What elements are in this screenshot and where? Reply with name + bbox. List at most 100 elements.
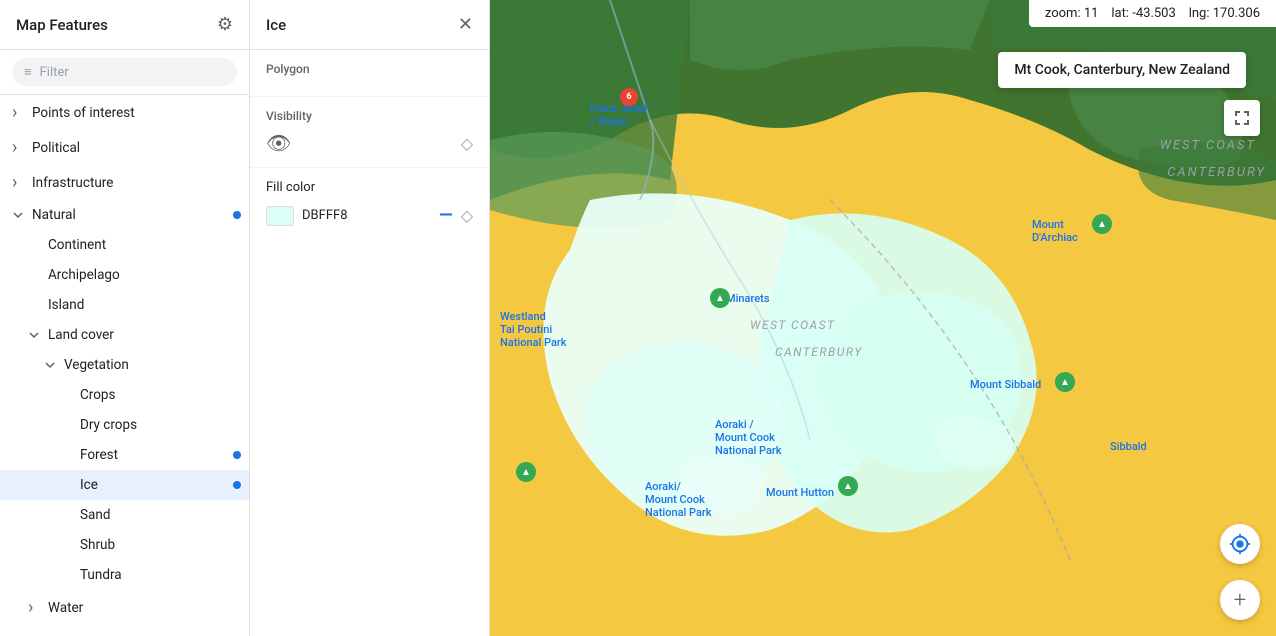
sidebar-item-label: Crops	[80, 387, 241, 403]
aoraki-label-2: Aoraki/Mount CookNational Park	[645, 480, 712, 519]
sidebar-item-label: Points of interest	[32, 105, 241, 121]
sidebar-item-continent[interactable]: Continent	[0, 230, 249, 260]
mount-sibbald-pin[interactable]: ▲	[1055, 372, 1075, 392]
canterbury-label-1: CANTERBURY	[1167, 165, 1266, 180]
sidebar-item-label: Dry crops	[80, 417, 241, 433]
detail-title: Ice	[266, 16, 286, 34]
active-dot	[233, 211, 241, 219]
fill-color-row: DBFFF8 — ◇	[266, 205, 473, 226]
locate-icon	[1229, 533, 1251, 555]
sidebar-item-label: Natural	[32, 207, 229, 223]
sidebar: Map Features ⚙ ≡ Filter ›Points of inter…	[0, 0, 250, 636]
zoom-label: zoom:	[1045, 6, 1081, 21]
arrow-icon: ›	[12, 137, 28, 158]
mount-darchiac-label: MountD'Archiac	[1032, 218, 1078, 244]
franz-josef-pin[interactable]: 6	[620, 88, 638, 106]
sidebar-item-label: Shrub	[80, 537, 241, 553]
map-area[interactable]: zoom: 11 lat: -43.503 lng: 170.306 Mt Co…	[490, 0, 1276, 636]
sidebar-item-dry-crops[interactable]: Dry crops	[0, 410, 249, 440]
sidebar-item-label: Island	[48, 297, 241, 313]
lat-label: lat:	[1111, 6, 1129, 21]
sidebar-item-archipelago[interactable]: Archipelago	[0, 260, 249, 290]
eye-icon[interactable]: 👁	[266, 131, 291, 155]
arrow-icon	[28, 329, 44, 341]
sidebar-item-shrub[interactable]: Shrub	[0, 530, 249, 560]
arrow-icon	[44, 359, 60, 371]
sidebar-item-label: Continent	[48, 237, 241, 253]
sidebar-item-land-cover[interactable]: Land cover	[0, 320, 249, 350]
lat-value: -43.503	[1132, 6, 1176, 21]
sidebar-item-label: Archipelago	[48, 267, 241, 283]
sidebar-item-vegetation[interactable]: Vegetation	[0, 350, 249, 380]
arrow-icon: ›	[12, 632, 28, 636]
sidebar-item-forest[interactable]: Forest	[0, 440, 249, 470]
sidebar-item-sand[interactable]: Sand	[0, 500, 249, 530]
detail-header: Ice ✕	[250, 0, 489, 50]
sidebar-tree: ›Points of interest›Political›Infrastruc…	[0, 95, 249, 636]
locate-button[interactable]	[1220, 524, 1260, 564]
canterbury-label-2: CANTERBURY	[775, 345, 863, 359]
fill-color-label: Fill color	[266, 180, 473, 195]
visibility-section: Visibility 👁 ◇	[250, 97, 489, 168]
minus-icon[interactable]: —	[439, 205, 453, 226]
visibility-row: 👁 ◇	[266, 131, 473, 155]
mount-sibbald-label: Mount Sibbald	[970, 378, 1041, 391]
expand-icon	[1232, 108, 1252, 128]
westland-poi-pin[interactable]: ▲	[516, 462, 536, 482]
sidebar-item-ice[interactable]: Ice	[0, 470, 249, 500]
mount-hutton-pin[interactable]: ▲	[838, 476, 858, 496]
active-dot	[233, 481, 241, 489]
sidebar-header: Map Features ⚙	[0, 0, 249, 50]
detail-panel: Ice ✕ Polygon Visibility 👁 ◇ Fill color …	[250, 0, 490, 636]
gear-icon[interactable]: ⚙	[217, 14, 233, 35]
color-hex: DBFFF8	[302, 208, 431, 223]
zoom-in-button[interactable]: +	[1220, 580, 1260, 620]
map-svg	[490, 0, 1276, 636]
mount-darchiac-pin[interactable]: ▲	[1092, 214, 1112, 234]
map-info-bar: zoom: 11 lat: -43.503 lng: 170.306	[1029, 0, 1276, 27]
sidebar-item-label: Infrastructure	[32, 175, 241, 191]
sidebar-item-political[interactable]: ›Political	[0, 130, 249, 165]
polygon-label: Polygon	[266, 62, 473, 76]
minarets-label: Minarets	[726, 292, 769, 305]
sidebar-item-tundra[interactable]: Tundra	[0, 560, 249, 590]
sidebar-item-background[interactable]: ›Background	[0, 625, 249, 636]
expand-map-button[interactable]	[1224, 100, 1260, 136]
filter-placeholder: Filter	[40, 65, 69, 80]
sidebar-title: Map Features	[16, 16, 108, 34]
sidebar-item-island[interactable]: Island	[0, 290, 249, 320]
sibbald-label: Sibbald	[1110, 440, 1147, 453]
sidebar-item-label: Forest	[80, 447, 229, 463]
lng-value: 170.306	[1213, 6, 1260, 21]
west-coast-label-1: WEST COAST	[1160, 138, 1256, 153]
filter-input[interactable]: ≡ Filter	[12, 58, 237, 86]
sidebar-item-label: Vegetation	[64, 357, 241, 373]
color-swatch[interactable]	[266, 206, 294, 226]
close-icon[interactable]: ✕	[458, 14, 473, 35]
filter-icon: ≡	[24, 64, 32, 80]
aoraki-label-1: Aoraki /Mount CookNational Park	[715, 418, 782, 457]
minarets-pin[interactable]: ▲	[710, 288, 730, 308]
fill-diamond-icon[interactable]: ◇	[461, 206, 473, 225]
sidebar-item-label: Ice	[80, 477, 229, 493]
diamond-icon[interactable]: ◇	[461, 134, 473, 153]
west-coast-label-2: WEST COAST	[750, 318, 835, 332]
fill-color-section: Fill color DBFFF8 — ◇	[250, 168, 489, 238]
active-dot	[233, 451, 241, 459]
arrow-icon	[12, 209, 28, 221]
sidebar-item-points-of-interest[interactable]: ›Points of interest	[0, 95, 249, 130]
arrow-icon: ›	[12, 102, 28, 123]
sidebar-item-natural[interactable]: Natural	[0, 200, 249, 230]
filter-bar: ≡ Filter	[0, 50, 249, 95]
arrow-icon: ›	[28, 597, 44, 618]
polygon-section: Polygon	[250, 50, 489, 97]
sidebar-item-label: Land cover	[48, 327, 241, 343]
sidebar-item-water[interactable]: ›Water	[0, 590, 249, 625]
sidebar-item-crops[interactable]: Crops	[0, 380, 249, 410]
zoom-value: 11	[1084, 6, 1099, 21]
mount-hutton-label: Mount Hutton	[766, 486, 834, 499]
map-tooltip: Mt Cook, Canterbury, New Zealand	[998, 52, 1246, 88]
sidebar-item-infrastructure[interactable]: ›Infrastructure	[0, 165, 249, 200]
sidebar-item-label: Water	[48, 600, 241, 616]
lng-label: lng:	[1189, 6, 1210, 21]
